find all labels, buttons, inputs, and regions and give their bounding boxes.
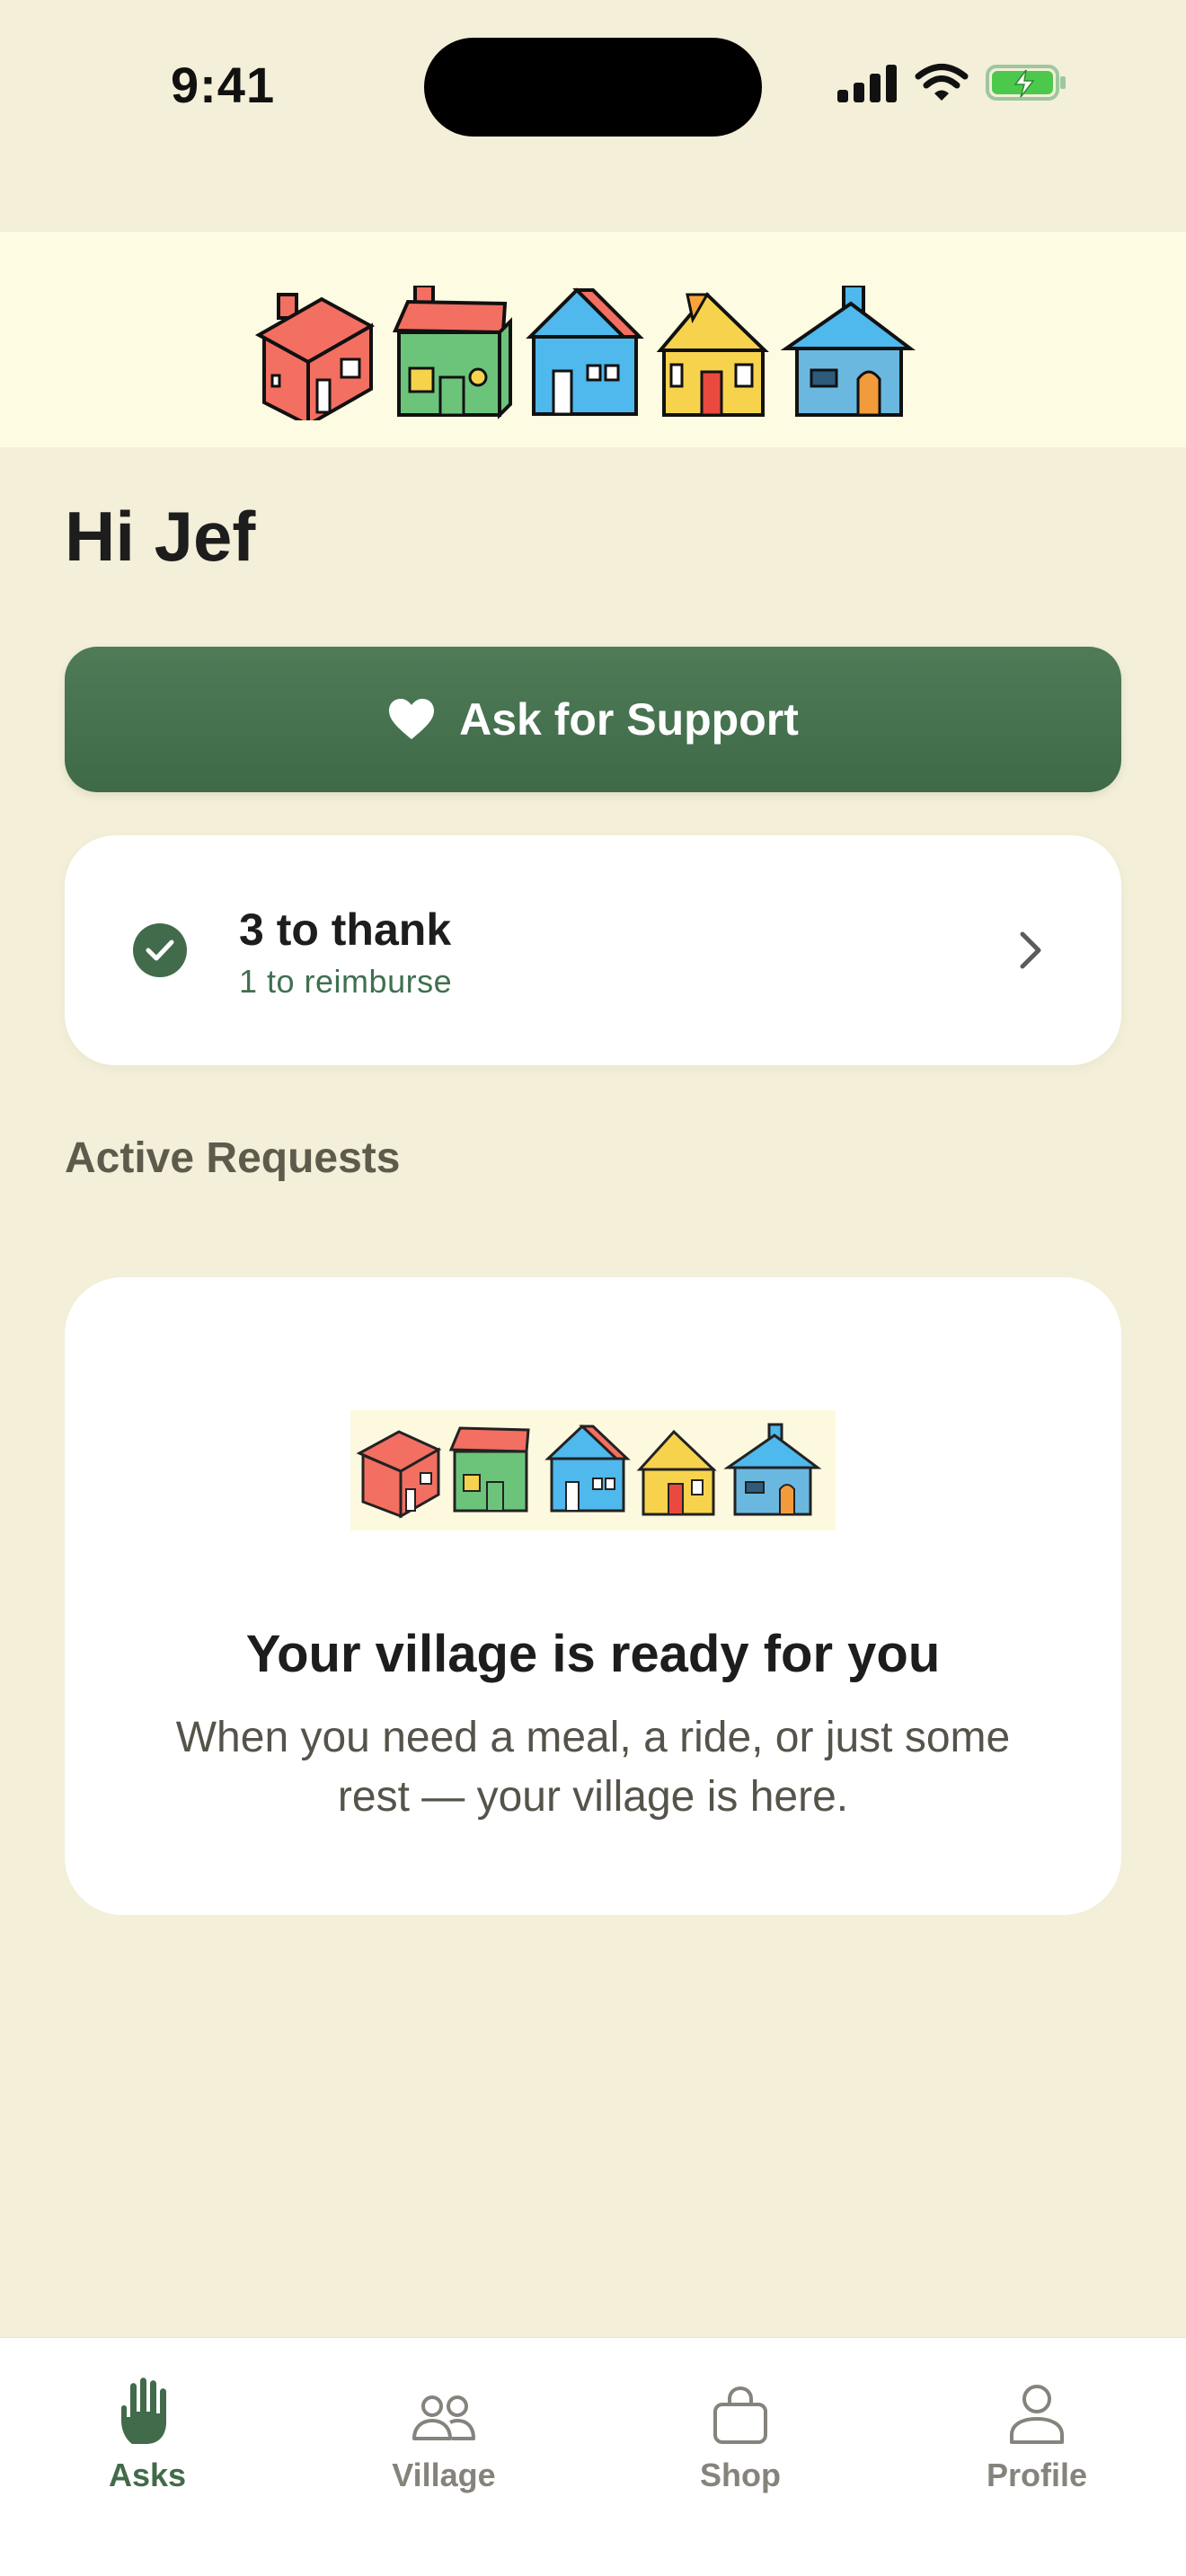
thank-count: 3 to thank <box>239 904 452 955</box>
people-icon <box>412 2395 475 2440</box>
tab-profile[interactable]: Profile <box>947 2374 1127 2509</box>
status-time: 9:41 <box>171 57 276 113</box>
dynamic-island <box>424 38 762 137</box>
greeting-title: Hi Jef <box>65 497 256 576</box>
tab-village-label: Village <box>392 2457 496 2493</box>
status-icons <box>836 63 1067 102</box>
person-icon <box>1010 2385 1064 2444</box>
active-requests-heading: Active Requests <box>65 1134 401 1182</box>
thank-summary-card[interactable]: 3 to thank 1 to reimburse <box>65 835 1121 1065</box>
tab-asks[interactable]: Asks <box>58 2374 237 2509</box>
reimburse-count: 1 to reimburse <box>239 963 453 1000</box>
ask-for-support-button[interactable]: Ask for Support <box>65 647 1121 792</box>
bag-icon <box>713 2386 767 2444</box>
check-circle-icon <box>133 923 187 977</box>
hand-icon <box>121 2378 166 2444</box>
wifi-icon <box>915 64 969 101</box>
status-bar: 9:41 <box>0 0 1186 180</box>
village-houses-small-illustration <box>350 1410 836 1531</box>
tab-profile-label: Profile <box>986 2457 1088 2493</box>
tab-village[interactable]: Village <box>354 2374 534 2509</box>
battery-charging-icon <box>986 65 1066 101</box>
houses-banner <box>0 232 1186 447</box>
chevron-right-icon <box>1020 931 1041 969</box>
empty-state-card: Your village is ready for you When you n… <box>65 1277 1121 1915</box>
village-houses-illustration <box>254 286 916 420</box>
tab-bar: Asks Village Shop Profile <box>0 2337 1186 2576</box>
tab-shop-label: Shop <box>700 2457 781 2493</box>
asks-screen: 9:41 Hi Jef Ask for Support 3 to thank 1… <box>0 0 1186 2576</box>
empty-state-title: Your village is ready for you <box>245 1625 941 1683</box>
heart-icon <box>389 699 435 739</box>
tab-shop[interactable]: Shop <box>651 2374 830 2509</box>
tab-asks-label: Asks <box>108 2457 187 2493</box>
ask-for-support-label: Ask for Support <box>459 694 799 745</box>
empty-state-body: When you need a meal, a ride, or just so… <box>175 1714 1011 1821</box>
cellular-signal-icon <box>837 65 897 102</box>
